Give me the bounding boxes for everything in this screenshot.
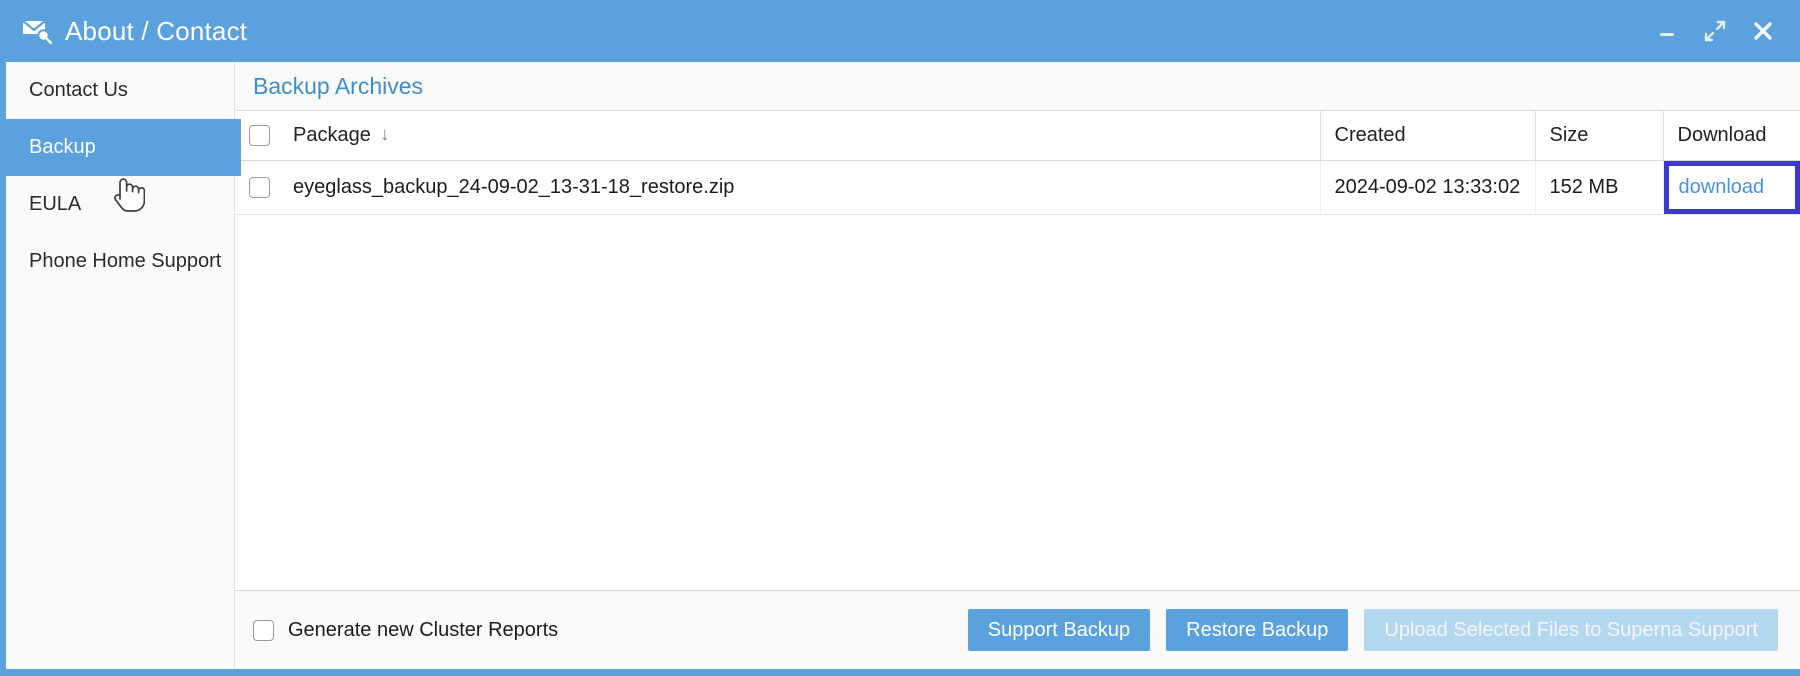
sidebar-item-phone-home-support[interactable]: Phone Home Support <box>6 233 234 290</box>
column-header-download: Download <box>1663 111 1800 161</box>
sidebar-item-backup[interactable]: Backup <box>6 119 241 176</box>
column-label-package: Package <box>293 123 371 146</box>
generate-cluster-reports-label: Generate new Cluster Reports <box>288 618 559 641</box>
table-header: Package ↓ Created Size Download <box>235 111 1800 161</box>
sidebar-item-label: Phone Home Support <box>29 250 222 272</box>
minimize-button[interactable] <box>1654 18 1680 44</box>
table-empty-area <box>235 214 1800 591</box>
backup-archives-table-wrapper: Package ↓ Created Size Download eyeglass… <box>235 110 1800 591</box>
backup-archives-table: Package ↓ Created Size Download eyeglass… <box>235 111 1800 215</box>
about-contact-window: About / Contact Contact Us Backup EULA P… <box>0 0 1800 676</box>
cell-package: eyeglass_backup_24-09-02_13-31-18_restor… <box>279 160 1321 215</box>
main-content: Backup Archives Package ↓ Created Size D… <box>235 62 1800 669</box>
download-focus-highlight: download <box>1663 160 1800 213</box>
generate-cluster-reports-option[interactable]: Generate new Cluster Reports <box>253 619 558 642</box>
close-button[interactable] <box>1750 18 1776 44</box>
sidebar-item-contact-us[interactable]: Contact Us <box>6 62 234 119</box>
cell-created: 2024-09-02 13:33:02 <box>1320 160 1536 215</box>
select-all-header <box>235 111 279 161</box>
column-label-download: Download <box>1677 123 1767 146</box>
row-select-cell <box>235 160 279 215</box>
window-body: Contact Us Backup EULA Phone Home Suppor… <box>6 62 1800 669</box>
cell-size: 152 MB <box>1535 160 1664 215</box>
column-header-package[interactable]: Package ↓ <box>279 111 1321 161</box>
column-label-created: Created <box>1334 123 1406 146</box>
column-header-size[interactable]: Size <box>1535 111 1664 161</box>
sidebar-item-label: EULA <box>29 193 82 215</box>
window-controls <box>1654 0 1776 62</box>
table-body: eyeglass_backup_24-09-02_13-31-18_restor… <box>235 160 1800 215</box>
table-header-row: Package ↓ Created Size Download <box>235 111 1800 161</box>
sidebar-nav: Contact Us Backup EULA Phone Home Suppor… <box>6 62 241 669</box>
sidebar-item-label: Contact Us <box>29 79 128 101</box>
page-title: Backup Archives <box>253 72 424 99</box>
window-title: About / Contact <box>65 15 248 46</box>
mail-search-icon <box>22 18 52 44</box>
titlebar-left: About / Contact <box>22 16 247 47</box>
restore-backup-button[interactable]: Restore Backup <box>1166 609 1349 651</box>
upload-selected-files-button[interactable]: Upload Selected Files to Superna Support <box>1364 609 1778 651</box>
download-link[interactable]: download <box>1679 176 1765 199</box>
section-header: Backup Archives <box>235 62 1800 110</box>
action-footer: Generate new Cluster Reports Support Bac… <box>235 591 1800 669</box>
row-checkbox[interactable] <box>249 176 270 198</box>
sidebar-item-eula[interactable]: EULA <box>6 176 234 233</box>
generate-cluster-reports-checkbox[interactable] <box>253 619 274 641</box>
window-titlebar: About / Contact <box>6 0 1800 62</box>
maximize-button[interactable] <box>1702 18 1728 44</box>
table-row[interactable]: eyeglass_backup_24-09-02_13-31-18_restor… <box>235 160 1800 215</box>
select-all-checkbox[interactable] <box>249 124 270 146</box>
sidebar-item-label: Backup <box>29 136 96 158</box>
cell-download: download <box>1663 160 1800 215</box>
column-label-size: Size <box>1549 123 1589 146</box>
sort-descending-icon: ↓ <box>379 123 390 145</box>
support-backup-button[interactable]: Support Backup <box>967 609 1151 651</box>
column-header-created[interactable]: Created <box>1320 111 1536 161</box>
